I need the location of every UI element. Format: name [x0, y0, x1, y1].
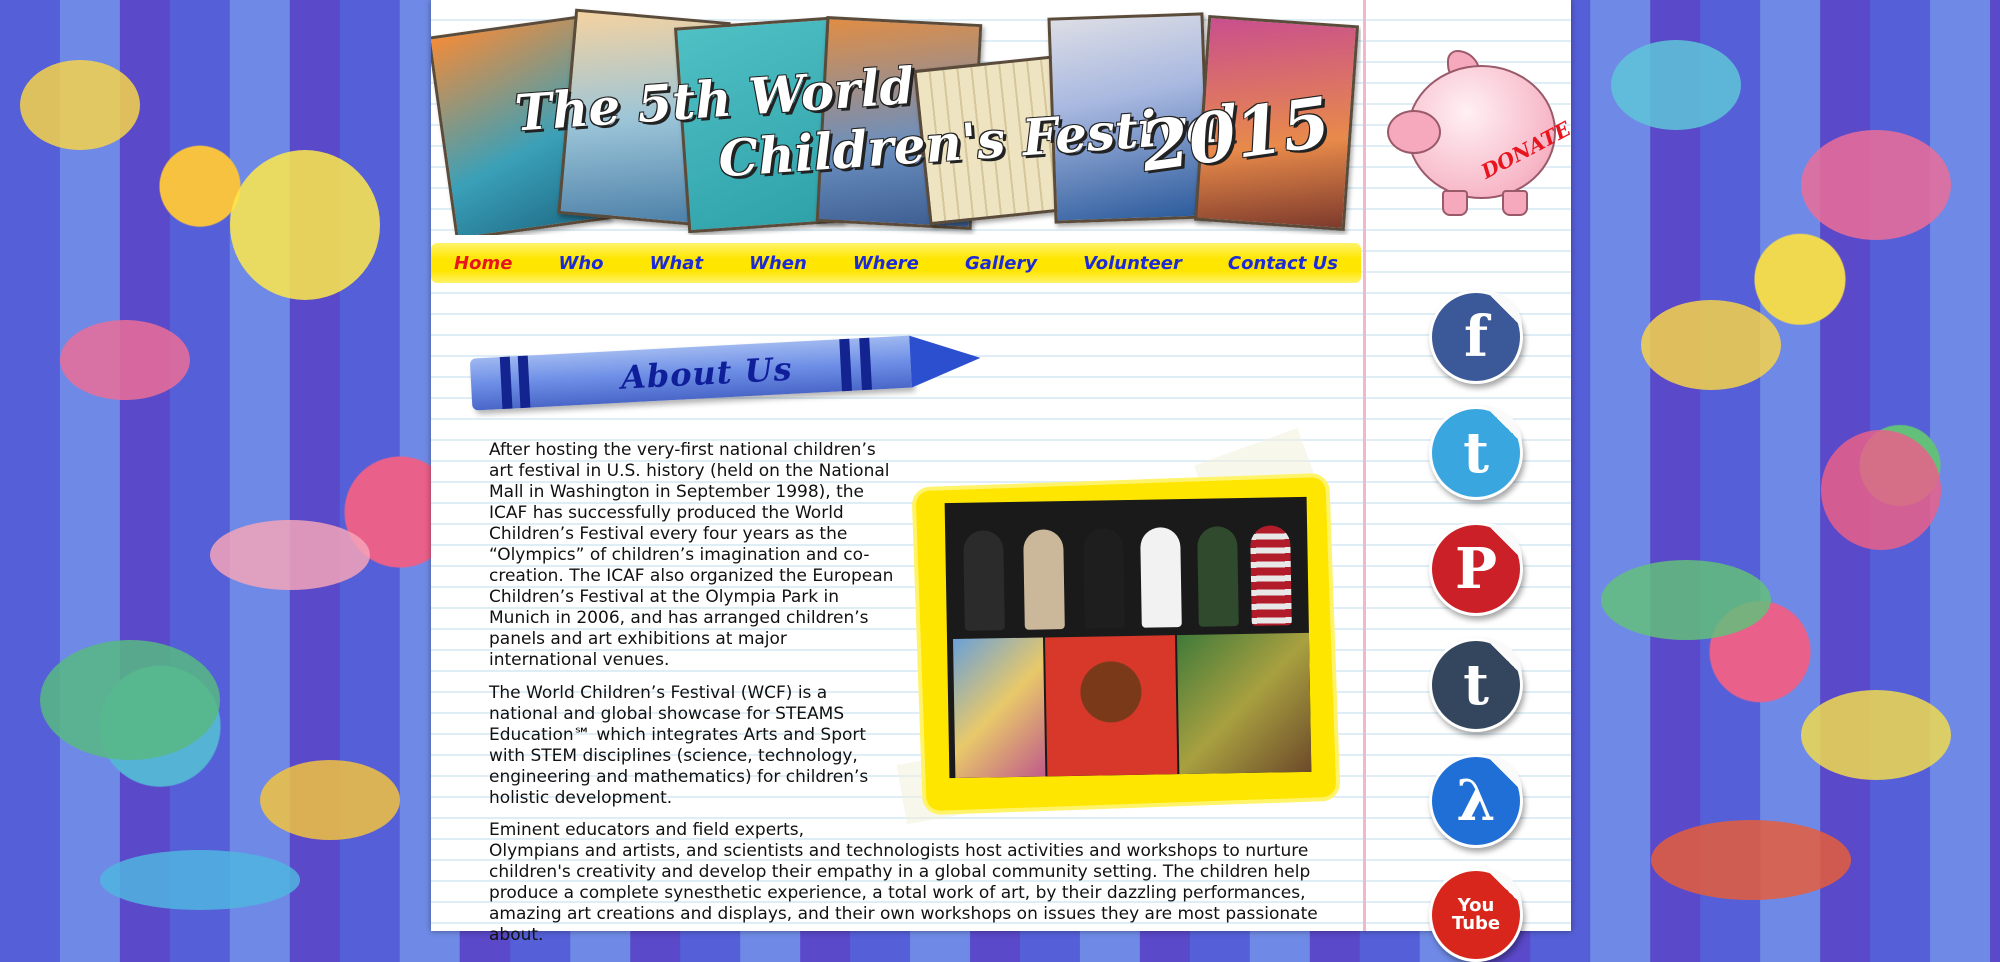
- nav-when[interactable]: When: [749, 253, 807, 274]
- twitter-icon[interactable]: t: [1429, 406, 1523, 500]
- pinterest-icon[interactable]: P: [1429, 522, 1523, 616]
- about-paragraph-1: After hosting the very-first national ch…: [489, 440, 894, 670]
- tumblr-icon[interactable]: t: [1429, 638, 1523, 732]
- about-paragraph-3-body: Olympians and artists, and scientists an…: [489, 841, 1318, 945]
- painting: [953, 637, 1046, 779]
- about-paragraph-3: Eminent educators and field experts, Oly…: [489, 820, 1349, 946]
- nav-where[interactable]: Where: [853, 253, 919, 274]
- nav-who[interactable]: Who: [559, 253, 604, 274]
- painting: [1044, 635, 1178, 777]
- about-paragraph-3-lead: Eminent educators and field experts,: [489, 820, 805, 840]
- nav-what[interactable]: What: [650, 253, 703, 274]
- header-banner: The 5th World Children's Festival 2015: [431, 0, 1361, 235]
- festival-photo: [944, 496, 1312, 779]
- about-paragraph-2: The World Children’s Festival (WCF) is a…: [489, 683, 869, 808]
- nav-gallery[interactable]: Gallery: [965, 253, 1037, 274]
- painting: [1176, 632, 1312, 775]
- crayon-tip: [909, 331, 982, 388]
- donate-piggy-bank[interactable]: DONATE: [1387, 50, 1575, 216]
- nav-home[interactable]: Home: [454, 253, 512, 274]
- page-paper: The 5th World Children's Festival 2015 H…: [431, 0, 1575, 962]
- delicious-icon[interactable]: λ: [1429, 754, 1523, 848]
- facebook-icon[interactable]: f: [1429, 290, 1523, 384]
- nav-contact-us[interactable]: Contact Us: [1228, 253, 1338, 274]
- youtube-icon[interactable]: You Tube: [1429, 868, 1523, 962]
- background-art-left: [0, 0, 431, 931]
- background-art-right: [1571, 0, 2000, 931]
- about-content: After hosting the very-first national ch…: [489, 440, 1318, 945]
- crayon-heading: About Us: [469, 321, 992, 428]
- piggy-snout: [1387, 110, 1441, 154]
- nav-volunteer[interactable]: Volunteer: [1083, 253, 1182, 274]
- main-nav: Home Who What When Where Gallery Volunte…: [431, 243, 1361, 283]
